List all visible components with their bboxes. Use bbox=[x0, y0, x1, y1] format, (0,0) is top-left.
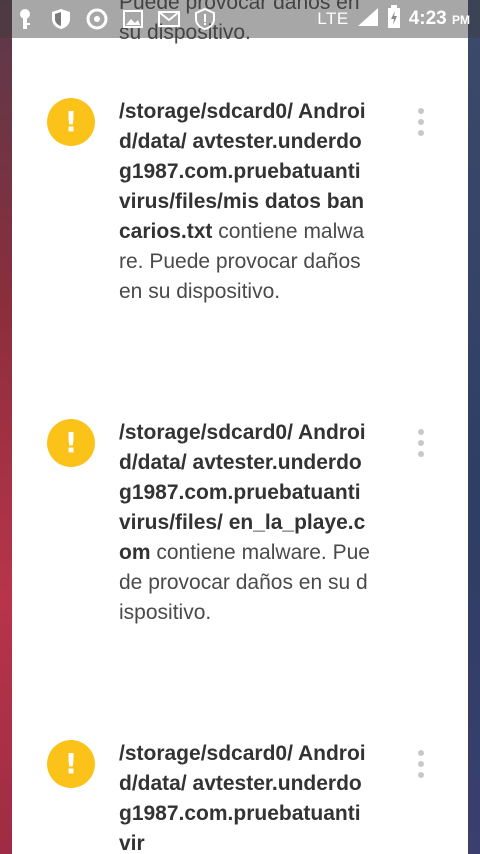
antivirus-icon bbox=[86, 8, 108, 30]
warning-icon: ! bbox=[47, 740, 95, 788]
network-type: LTE bbox=[317, 9, 349, 28]
threat-description: contiene malware. Puede provocar daños e… bbox=[119, 541, 370, 624]
alert-icon bbox=[194, 8, 216, 30]
warning-icon: ! bbox=[47, 419, 95, 467]
background-right bbox=[468, 0, 480, 854]
scan-results-list[interactable]: Puede provocar daños en su dispositivo. … bbox=[12, 0, 468, 854]
threat-message: /storage/sdcard0/ Android/data/ avtester… bbox=[119, 418, 371, 628]
file-path: /storage/sdcard0/ Android/data/ avtester… bbox=[119, 742, 366, 854]
clock: 4:23 PM bbox=[408, 8, 470, 29]
more-options-icon[interactable] bbox=[414, 429, 428, 457]
mail-icon bbox=[158, 8, 180, 30]
key-icon bbox=[14, 8, 36, 30]
battery-charging-icon bbox=[387, 4, 401, 34]
threat-message: /storage/sdcard0/ Android/data/ avtester… bbox=[119, 739, 371, 854]
image-icon bbox=[122, 8, 144, 30]
threat-message: /storage/sdcard0/ Android/data/ avtester… bbox=[119, 97, 371, 307]
more-options-icon[interactable] bbox=[414, 108, 428, 136]
signal-icon bbox=[357, 7, 379, 32]
status-bar: LTE 4:23 PM bbox=[0, 0, 480, 38]
warning-icon: ! bbox=[47, 98, 95, 146]
shield-icon bbox=[50, 8, 72, 30]
more-options-icon[interactable] bbox=[414, 750, 428, 778]
